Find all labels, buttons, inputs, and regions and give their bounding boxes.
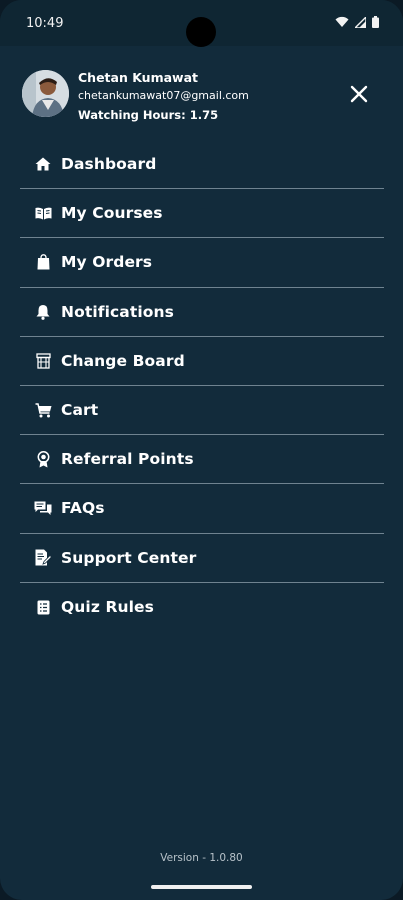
menu-item-referral-points[interactable]: Referral Points	[20, 435, 384, 485]
cart-icon	[31, 398, 55, 422]
menu-item-cart[interactable]: Cart	[20, 386, 384, 436]
status-time: 10:49	[26, 16, 64, 31]
award-icon	[31, 447, 55, 471]
user-name: Chetan Kumawat	[78, 70, 198, 85]
signal-icon	[355, 16, 366, 28]
menu-item-label: Dashboard	[61, 155, 157, 174]
battery-icon	[372, 16, 379, 28]
book-open-icon	[31, 201, 55, 225]
menu-item-label: FAQs	[61, 499, 105, 518]
navigation-drawer: 10:49 Chetan Kumawat chetankumawat07@gma…	[0, 0, 403, 900]
menu-item-my-orders[interactable]: My Orders	[20, 238, 384, 288]
menu-item-label: Quiz Rules	[61, 598, 154, 617]
menu-item-my-courses[interactable]: My Courses	[20, 189, 384, 239]
list-document-icon	[31, 595, 55, 619]
menu-item-notifications[interactable]: Notifications	[20, 288, 384, 337]
avatar[interactable]	[22, 70, 69, 117]
board-icon	[31, 349, 55, 373]
menu-item-support-center[interactable]: Support Center	[20, 534, 384, 583]
shopping-bag-icon	[31, 250, 55, 274]
camera-cutout	[186, 17, 216, 47]
menu-item-label: Support Center	[61, 548, 197, 567]
status-bar: 10:49	[0, 0, 403, 47]
menu-item-quiz-rules[interactable]: Quiz Rules	[20, 583, 384, 632]
drawer-menu: Dashboard My Courses My Orders Notificat…	[20, 140, 384, 632]
profile-photo	[22, 70, 69, 117]
menu-item-label: Change Board	[61, 351, 185, 370]
menu-item-label: My Orders	[61, 253, 153, 272]
wifi-icon	[335, 16, 349, 27]
watching-hours: Watching Hours: 1.75	[78, 108, 219, 122]
chat-bubbles-icon	[31, 496, 55, 520]
menu-item-label: Cart	[61, 401, 99, 420]
menu-item-label: Referral Points	[61, 450, 194, 469]
version-text: Version - 1.0.80	[160, 852, 243, 864]
menu-item-label: Notifications	[61, 302, 174, 321]
document-edit-icon	[31, 546, 55, 570]
menu-item-change-board[interactable]: Change Board	[20, 337, 384, 386]
menu-item-dashboard[interactable]: Dashboard	[20, 140, 384, 190]
user-email: chetankumawat07@gmail.com	[78, 89, 249, 102]
status-icons	[335, 16, 379, 28]
menu-item-label: My Courses	[61, 204, 163, 223]
close-button[interactable]	[347, 82, 371, 106]
menu-item-faqs[interactable]: FAQs	[20, 484, 384, 534]
drawer-header: Chetan Kumawat chetankumawat07@gmail.com…	[22, 70, 382, 122]
home-icon	[31, 152, 55, 176]
home-indicator[interactable]	[151, 885, 252, 889]
close-icon	[350, 85, 368, 103]
bell-icon	[31, 300, 55, 324]
